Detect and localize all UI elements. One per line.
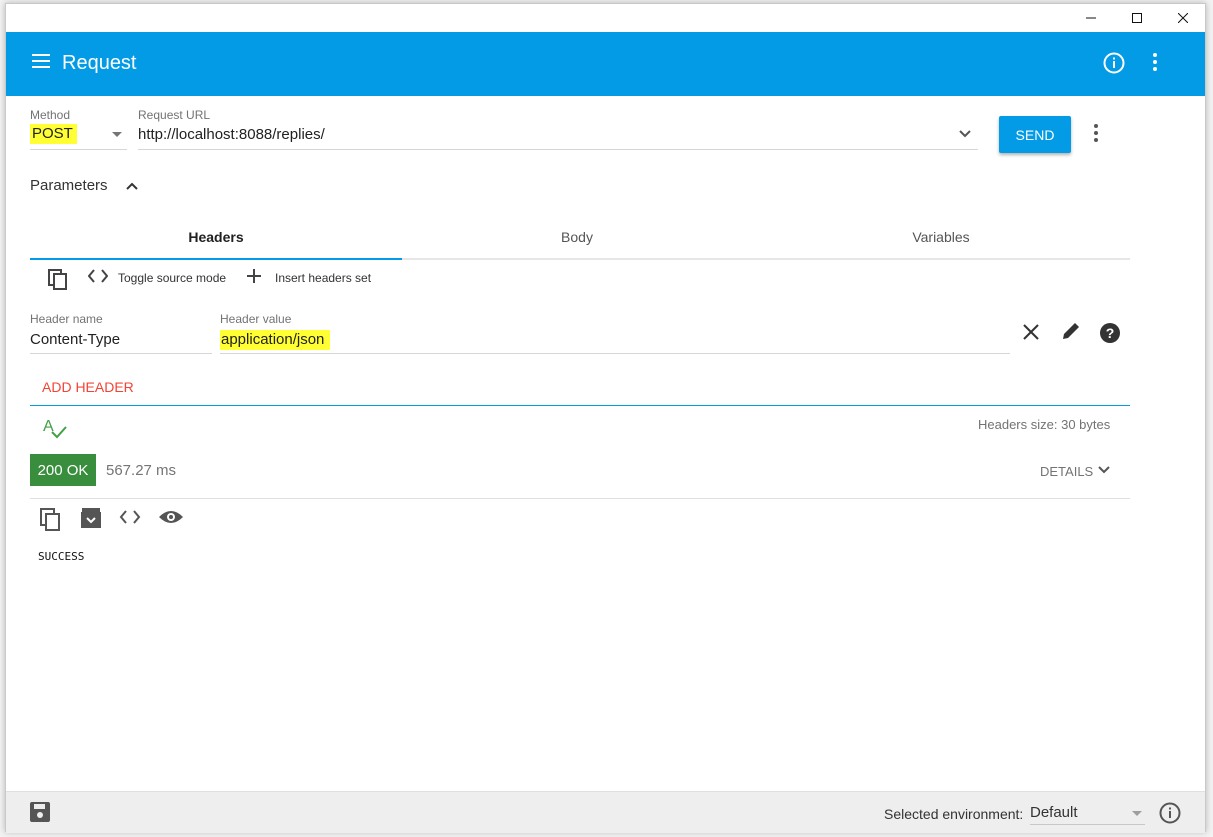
response-body: SUCCESS (38, 550, 85, 563)
edit-icon[interactable] (1060, 320, 1082, 347)
code-icon (87, 269, 109, 286)
remove-header-icon[interactable] (1021, 320, 1041, 347)
header-name-label: Header name (30, 312, 103, 326)
copy-icon (48, 269, 68, 294)
method-label: Method (30, 108, 71, 122)
parameter-tabs: Headers Body Variables (30, 216, 1130, 260)
tab-variables[interactable]: Variables (752, 216, 1130, 258)
dropdown-arrow-icon[interactable] (1132, 811, 1142, 816)
details-label: DETAILS (1040, 464, 1094, 479)
chevron-up-icon[interactable] (124, 178, 140, 199)
code-view-icon[interactable] (119, 508, 141, 531)
toggle-source-mode-label: Toggle source mode (118, 270, 227, 285)
parameters-toggle[interactable]: Parameters (30, 177, 108, 194)
minimize-icon[interactable] (1068, 4, 1114, 32)
maximize-icon[interactable] (1114, 4, 1160, 32)
app-window: Request Method POST Request URL http://l… (5, 3, 1206, 833)
header-value-label: Header value (220, 312, 292, 326)
page-title: Request (62, 52, 137, 74)
environment-underline (1030, 824, 1145, 825)
status-badge: 200 OK (30, 454, 96, 486)
header-name-underline (30, 353, 212, 354)
copy-response-icon[interactable] (40, 508, 62, 537)
header-name-input[interactable]: Content-Type (30, 331, 120, 348)
add-icon (247, 269, 261, 286)
svg-text:?: ? (1106, 325, 1115, 341)
app-bar: Request (6, 32, 1205, 96)
send-button[interactable]: SEND (999, 116, 1071, 153)
active-tab-indicator (30, 258, 402, 260)
tab-body[interactable]: Body (402, 216, 752, 258)
insert-headers-set-label: Insert headers set (275, 270, 372, 285)
chevron-down-icon[interactable] (957, 126, 973, 147)
headers-divider (30, 405, 1130, 406)
save-response-icon[interactable] (81, 508, 101, 533)
spellcheck-icon: A (42, 416, 68, 445)
response-time: 567.27 ms (106, 462, 177, 479)
request-more-vert-icon[interactable] (1093, 123, 1099, 148)
url-underline (138, 149, 978, 150)
url-label: Request URL (138, 108, 211, 122)
footer-bar: Selected environment: Default (6, 791, 1205, 833)
header-value-input[interactable]: application/json (220, 330, 331, 350)
more-vert-icon[interactable] (1152, 52, 1158, 77)
close-window-icon[interactable] (1160, 4, 1206, 32)
copy-headers-button[interactable] (48, 269, 68, 294)
window-titlebar (6, 4, 1205, 32)
headers-size-text: Headers size: 30 bytes (978, 417, 1111, 432)
method-underline (30, 149, 127, 150)
details-toggle[interactable]: DETAILS (1040, 463, 1111, 480)
menu-icon[interactable] (32, 54, 50, 73)
insert-headers-set-button[interactable]: Insert headers set (247, 269, 371, 286)
save-icon[interactable] (30, 802, 50, 827)
dropdown-arrow-icon[interactable] (112, 132, 122, 137)
environment-label: Selected environment: (884, 806, 1024, 822)
response-divider (30, 498, 1130, 499)
method-select[interactable]: POST (30, 124, 77, 144)
info-icon[interactable] (1103, 52, 1125, 79)
url-input[interactable]: http://localhost:8088/replies/ (138, 126, 325, 143)
chevron-down-icon (1097, 463, 1111, 480)
preview-eye-icon[interactable] (158, 508, 184, 531)
tab-headers[interactable]: Headers (30, 216, 402, 258)
header-value-underline (220, 353, 1010, 354)
add-header-button[interactable]: ADD HEADER (42, 379, 134, 395)
environment-select[interactable]: Default (1030, 804, 1078, 821)
help-icon[interactable]: ? (1099, 320, 1121, 349)
info-icon[interactable] (1159, 802, 1181, 829)
toggle-source-mode-button[interactable]: Toggle source mode (87, 269, 227, 286)
